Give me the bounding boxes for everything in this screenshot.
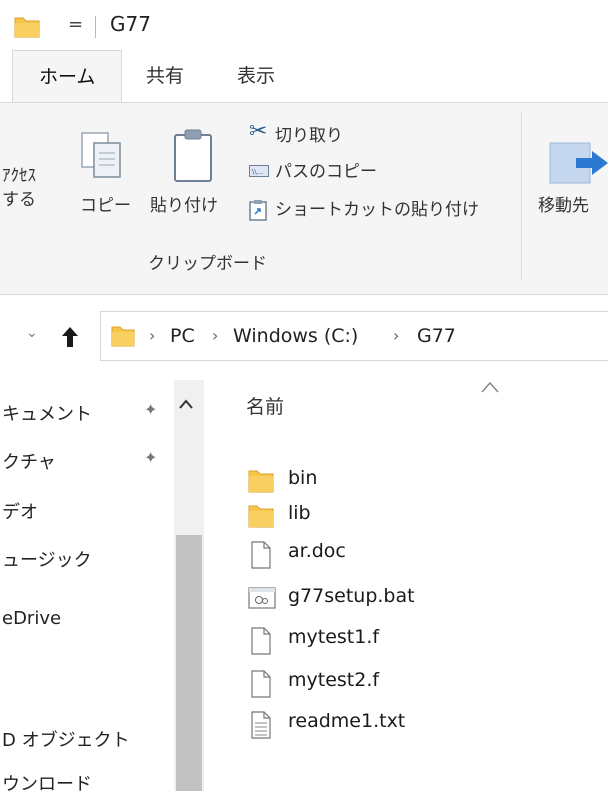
- copy-icon: [81, 132, 121, 178]
- nav-item-3d-objects[interactable]: D オブジェクト: [2, 726, 130, 752]
- breadcrumb-separator-icon: ›: [149, 326, 156, 345]
- scroll-up-arrow-icon[interactable]: [178, 398, 194, 410]
- nav-item-music[interactable]: ュージック: [2, 546, 92, 572]
- move-to-icon: [549, 142, 608, 184]
- file-name: bin: [288, 467, 318, 489]
- breadcrumb-separator-icon: ›: [393, 326, 400, 345]
- address-bar[interactable]: › PC › Windows (C:) › G77: [100, 311, 608, 361]
- move-to-label: 移動先: [538, 196, 589, 216]
- window-title: G77: [110, 12, 151, 36]
- batch-file-icon: [248, 587, 276, 609]
- paste-icon: [174, 129, 212, 182]
- tab-home-label: ホーム: [39, 66, 96, 88]
- file-name: readme1.txt: [288, 710, 406, 732]
- cut-label: 切り取り: [275, 126, 343, 146]
- text-file-icon: [251, 711, 271, 739]
- column-header-name[interactable]: 名前: [246, 392, 284, 419]
- file-icon: [251, 541, 271, 569]
- file-name: g77setup.bat: [288, 585, 415, 607]
- nav-item-documents[interactable]: キュメント: [2, 400, 92, 426]
- sort-ascending-icon[interactable]: [479, 380, 501, 394]
- folder-icon: [248, 505, 274, 528]
- copy-path-label: パスのコピー: [275, 162, 377, 182]
- nav-scrollbar-thumb[interactable]: [176, 535, 202, 791]
- pin-icon[interactable]: ✦: [144, 448, 157, 467]
- paste-label: 貼り付け: [150, 196, 218, 216]
- quick-access-toolbar-dropdown[interactable]: =: [68, 12, 83, 38]
- pin-to-quick-access-label-2: する: [2, 190, 36, 210]
- tab-view[interactable]: 表示: [237, 50, 275, 102]
- scissors-icon: ✂: [249, 119, 268, 144]
- breadcrumb-windows-c[interactable]: Windows (C:): [233, 312, 358, 360]
- breadcrumb-g77[interactable]: G77: [417, 312, 456, 360]
- clipboard-group-label: クリップボード: [148, 254, 267, 274]
- paste-shortcut-icon: [249, 200, 267, 221]
- folder-icon: [248, 470, 274, 493]
- nav-item-onedrive[interactable]: eDrive: [2, 608, 61, 629]
- ribbon-tabs: ホーム 共有 表示: [0, 50, 608, 102]
- tab-share-label: 共有: [146, 65, 185, 87]
- nav-item-videos[interactable]: デオ: [2, 498, 38, 524]
- title-separator: [95, 16, 96, 38]
- nav-item-pictures[interactable]: クチャ: [2, 448, 56, 474]
- file-name: ar.doc: [288, 540, 346, 562]
- copy-label: コピー: [80, 196, 131, 216]
- ribbon-home: ｱｸｾｽ する コピー 貼り付け ✂ 切り取り \\... パスのコピー ショー…: [0, 102, 608, 295]
- title-bar: = G77: [0, 0, 608, 50]
- tab-home[interactable]: ホーム: [12, 50, 123, 102]
- folder-icon: [14, 17, 40, 38]
- ribbon-group-divider: [521, 111, 522, 281]
- file-name: mytest2.f: [288, 669, 380, 691]
- navigation-bar: ⌄ › PC › Windows (C:) › G77: [0, 295, 608, 380]
- tab-share[interactable]: 共有: [146, 50, 184, 102]
- copy-path-icon: \\...: [249, 165, 269, 177]
- file-icon: [251, 627, 271, 655]
- file-name: lib: [288, 502, 311, 524]
- breadcrumb-pc[interactable]: PC: [170, 312, 195, 360]
- folder-icon: [111, 326, 135, 347]
- recent-locations-chevron-icon[interactable]: ⌄: [26, 325, 38, 341]
- pin-to-quick-access-label-1: ｱｸｾｽ: [2, 166, 36, 186]
- file-name: mytest1.f: [288, 626, 380, 648]
- up-arrow-icon[interactable]: [60, 325, 80, 349]
- paste-button[interactable]: 貼り付け: [148, 129, 238, 239]
- svg-text:\\...: \\...: [252, 168, 263, 176]
- breadcrumb-separator-icon: ›: [212, 326, 219, 345]
- move-to-button[interactable]: 移動先: [536, 129, 608, 239]
- file-icon: [251, 670, 271, 698]
- pin-icon[interactable]: ✦: [144, 400, 157, 419]
- copy-button[interactable]: コピー: [70, 129, 136, 239]
- nav-item-downloads[interactable]: ウンロード: [2, 770, 92, 796]
- paste-shortcut-label: ショートカットの貼り付け: [275, 200, 479, 220]
- tab-view-label: 表示: [237, 65, 276, 87]
